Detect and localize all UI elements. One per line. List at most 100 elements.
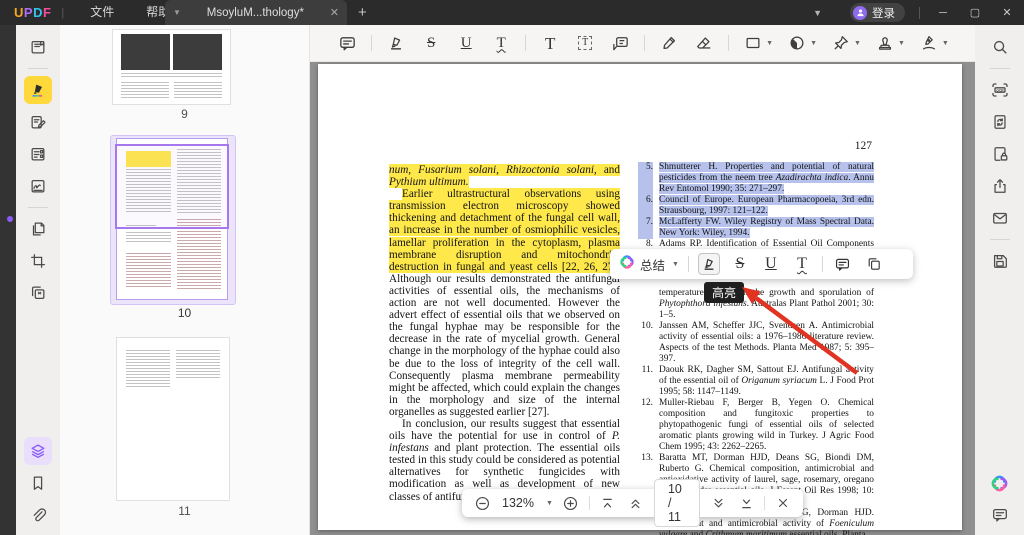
reference-text: Janssen AM, Scheffer JJC, Svendsen A. An… bbox=[659, 321, 874, 365]
paragraph: Earlier ultrastructural observations usi… bbox=[389, 188, 620, 418]
updf-ai-icon[interactable] bbox=[986, 469, 1014, 497]
zoom-out-icon[interactable] bbox=[472, 493, 492, 513]
reference-text: McLafferty FW. Wiley Registry of Mass Sp… bbox=[659, 217, 874, 239]
stamp-icon bbox=[874, 32, 896, 54]
forms-icon[interactable] bbox=[24, 140, 52, 168]
previous-page-icon[interactable] bbox=[626, 493, 646, 513]
squiggly-underline-icon[interactable]: T bbox=[490, 32, 512, 54]
ai-summarize-button[interactable]: 总结 ▼ bbox=[619, 254, 679, 275]
rectangle-shape-icon bbox=[742, 32, 764, 54]
strikethrough-icon[interactable]: S bbox=[420, 32, 442, 54]
tab-dropdown-icon[interactable]: ▼ bbox=[173, 8, 181, 17]
reference-text: Council of Europe. European Pharmacopoei… bbox=[659, 195, 874, 217]
crop-icon[interactable] bbox=[24, 247, 52, 275]
pin-tool[interactable]: ▼ bbox=[830, 32, 861, 54]
thumbnail-label-11: 11 bbox=[60, 504, 309, 518]
stamp-tool[interactable]: ▼ bbox=[874, 32, 905, 54]
paperclip-icon[interactable] bbox=[24, 501, 52, 529]
underline-tool[interactable]: U bbox=[760, 253, 782, 275]
minimize-button[interactable]: ─ bbox=[934, 7, 952, 19]
layers-icon[interactable] bbox=[24, 437, 52, 465]
maximize-button[interactable]: ▢ bbox=[966, 6, 984, 19]
divider bbox=[990, 68, 1010, 69]
chevron-down-icon[interactable]: ▼ bbox=[813, 8, 822, 18]
tab-title: MsoyluM...thology* bbox=[189, 7, 322, 19]
thumbnail-panel: 9 10 11 bbox=[60, 25, 310, 535]
comment-panel-icon[interactable] bbox=[986, 501, 1014, 529]
sidebar-annotate-highlighter-active[interactable] bbox=[24, 76, 52, 104]
close-button[interactable]: ✕ bbox=[998, 6, 1016, 19]
chevron-down-icon[interactable]: ▼ bbox=[546, 500, 553, 507]
left-sidebar bbox=[16, 25, 60, 535]
comment-icon[interactable] bbox=[336, 32, 358, 54]
reference-text: Shmutterer H. Properties and potential o… bbox=[659, 162, 874, 195]
zoom-in-icon[interactable] bbox=[561, 493, 581, 513]
first-page-icon[interactable] bbox=[598, 493, 618, 513]
next-page-icon[interactable] bbox=[708, 493, 728, 513]
organize-pages-icon[interactable] bbox=[24, 215, 52, 243]
pdf-page[interactable]: 127 num, Fusarium solani, Rhizoctonia so… bbox=[318, 64, 962, 530]
page-indicator[interactable]: 10 / 11 bbox=[654, 479, 700, 527]
reference-item: 11. Daouk RK, Dagher SM, Sattout EJ. Anti… bbox=[638, 365, 874, 398]
share-icon[interactable] bbox=[986, 172, 1014, 200]
menu-file[interactable]: 文件 bbox=[74, 0, 130, 25]
titlebar: UPDF | 文件 帮助 ▼ MsoyluM...thology* ✕ + ▼ … bbox=[0, 0, 1024, 25]
divider bbox=[822, 256, 823, 272]
divider bbox=[525, 35, 526, 51]
convert-icon[interactable] bbox=[986, 108, 1014, 136]
text-comment-icon[interactable]: T bbox=[539, 32, 561, 54]
squiggly-tool[interactable]: T bbox=[791, 253, 813, 275]
close-bar-icon[interactable] bbox=[773, 493, 793, 513]
reference-text: Daouk RK, Dagher SM, Sattout EJ. Antifun… bbox=[659, 365, 874, 398]
signature-icon bbox=[918, 32, 940, 54]
divider bbox=[644, 35, 645, 51]
ocr-icon[interactable]: OCR bbox=[986, 76, 1014, 104]
login-button[interactable]: 登录 bbox=[850, 3, 905, 22]
thumbnail-page-11[interactable] bbox=[117, 338, 229, 500]
sign-icon[interactable] bbox=[24, 172, 52, 200]
right-sidebar: OCR bbox=[975, 25, 1024, 535]
divider bbox=[28, 207, 48, 208]
fill-shape-icon bbox=[786, 32, 808, 54]
callout-icon[interactable] bbox=[609, 32, 631, 54]
shape-fill-tool[interactable]: ▼ bbox=[786, 32, 817, 54]
document-tab[interactable]: ▼ MsoyluM...thology* ✕ bbox=[165, 0, 347, 25]
highlighter-icon[interactable] bbox=[385, 32, 407, 54]
pencil-icon[interactable] bbox=[658, 32, 680, 54]
new-tab-button[interactable]: + bbox=[358, 0, 367, 25]
updf-logo: UPDF bbox=[14, 5, 51, 20]
protect-icon[interactable] bbox=[986, 140, 1014, 168]
bookmark-icon[interactable] bbox=[24, 469, 52, 497]
tab-close-icon[interactable]: ✕ bbox=[330, 6, 339, 19]
reference-number: 10. bbox=[638, 321, 653, 365]
save-icon[interactable] bbox=[986, 247, 1014, 275]
shape-rectangle-tool[interactable]: ▼ bbox=[742, 32, 773, 54]
extract-pages-icon[interactable] bbox=[24, 279, 52, 307]
comment-tool-icon[interactable] bbox=[832, 253, 854, 275]
reference-item: 7. McLafferty FW. Wiley Registry of Mass … bbox=[638, 217, 874, 239]
reference-number: 7. bbox=[638, 217, 653, 239]
mail-icon[interactable] bbox=[986, 204, 1014, 232]
thumbnail-page-9[interactable] bbox=[113, 30, 230, 104]
chevron-down-icon: ▼ bbox=[898, 40, 905, 47]
eraser-icon[interactable] bbox=[693, 32, 715, 54]
document-left-column: num, Fusarium solani, Rhizoctonia solani… bbox=[389, 164, 620, 503]
zoom-level[interactable]: 132% bbox=[500, 496, 536, 510]
divider bbox=[990, 239, 1010, 240]
reference-number bbox=[638, 288, 653, 321]
divider bbox=[764, 496, 765, 510]
search-icon[interactable] bbox=[986, 33, 1014, 61]
reader-mode-icon[interactable] bbox=[24, 33, 52, 61]
textbox-icon[interactable]: T bbox=[574, 32, 596, 54]
highlight-tool-selected[interactable] bbox=[698, 253, 720, 275]
login-label: 登录 bbox=[872, 5, 895, 21]
signature-tool[interactable]: ▼ bbox=[918, 32, 949, 54]
copy-icon[interactable] bbox=[863, 253, 885, 275]
edit-pdf-icon[interactable] bbox=[24, 108, 52, 136]
strikethrough-tool[interactable]: S bbox=[729, 253, 751, 275]
thumbnail-viewport-indicator[interactable] bbox=[115, 144, 229, 229]
reference-number: 11. bbox=[638, 365, 653, 398]
last-page-icon[interactable] bbox=[736, 493, 756, 513]
underline-icon[interactable]: U bbox=[455, 32, 477, 54]
reference-text: temperature effects on the growth and sp… bbox=[659, 288, 874, 321]
